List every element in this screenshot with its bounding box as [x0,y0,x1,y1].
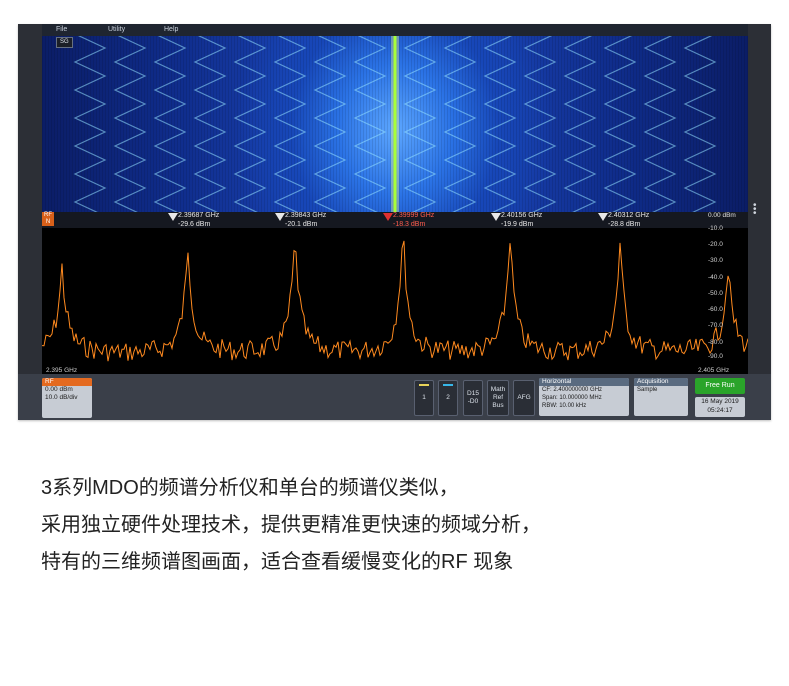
y-tick-label: -60.0 [708,306,723,313]
spectrogram-sweep-line [643,36,677,224]
spectrogram-sweep-line [273,36,307,224]
caption-line-3: 特有的三维频谱图画面，适合查看缓慢变化的RF 现象 [41,551,514,573]
marker-amplitude: -20.1 dBm [285,221,318,228]
spectrogram-sweep-line [683,36,717,224]
y-axis-top-label: 0.00 dBm [708,212,736,219]
channel-1-label: 1 [422,394,426,401]
marker-amplitude: -28.8 dBm [608,221,641,228]
spectrogram-sweep-line [523,36,557,224]
y-tick-label: -40.0 [708,274,723,281]
rf-settings-box[interactable]: RF 0.00 dBm 10.0 dB/div [42,378,92,418]
acquisition-title: Acquisition [634,378,688,386]
channel-2-button[interactable]: 2 [438,380,458,416]
spectrogram-sweep-line [483,36,517,224]
channel-1-button[interactable]: 1 [414,380,434,416]
marker-amplitude: -19.9 dBm [501,221,534,228]
marker-frequency: 2.40156 GHz [501,212,543,219]
rf-channel-badge-line2: N [45,219,51,225]
rf-ref-level: 0.00 dBm [45,386,73,393]
math-ref-bus-button[interactable]: Math Ref Bus [487,380,509,416]
y-tick-label: -50.0 [708,290,723,297]
marker-frequency: 2.39687 GHz [178,212,220,219]
marker-triangle-icon [598,213,608,221]
date-time-display[interactable]: 16 May 2019 05:24:17 [695,397,745,417]
spectrogram-sweep-line [153,36,187,224]
spectrogram-sweep-line [113,36,147,224]
afg-label: AFG [517,394,531,401]
spectrogram-lines [73,36,717,224]
carrier-line [393,36,397,224]
caption-line-2: 采用独立硬件处理技术，提供更精准更快速的频域分析， [41,514,541,536]
rbw-value: RBW: 10.00 kHz [542,403,587,409]
spectrum-trace [42,240,748,362]
marker-frequency: 2.40312 GHz [608,212,650,219]
menu-bar: File Utility Help [42,24,748,36]
rf-channel-badge-line1: RF [44,212,52,218]
spectrogram-sweep-line [73,36,107,224]
caption-text: 3系列MDO的频谱分析仪和单台的频谱仪类似， 采用独立硬件处理技术，提供更精准更… [41,470,761,581]
afg-button[interactable]: AFG [513,380,535,416]
spectrogram-sweep-line [563,36,597,224]
rf-box-title: RF [42,378,92,386]
menu-utility[interactable]: Utility [108,24,125,36]
digital-channels-label-1: D15 [467,390,479,397]
digital-channels-button[interactable]: D15 -D0 [463,380,483,416]
horizontal-settings-box[interactable]: Horizontal CF: 2.400000000 GHz Span: 10.… [539,378,629,416]
digital-channels-label-2: -D0 [467,398,479,405]
horizontal-title: Horizontal [539,378,629,386]
marker-amplitude: -29.6 dBm [178,221,211,228]
rf-scale: 10.0 dB/div [45,394,78,401]
x-axis-end-label: 2.405 GHz [698,367,730,374]
x-axis-start-label: 2.395 GHz [46,367,78,374]
spectrum-display[interactable] [42,228,748,378]
oscilloscope-screenshot: File Utility Help SG • • • RF N 2.39687 GH… [18,24,771,420]
spectrogram-sweep-line [313,36,347,224]
spectrogram-sweep-line [443,36,477,224]
acquisition-settings-box[interactable]: Acquisition Sample [634,378,688,416]
bus-label: Bus [492,402,504,409]
reference-marker-icon [383,213,393,221]
caption-line-1: 3系列MDO的频谱分析仪和单台的频谱仪类似， [41,477,459,499]
spectrogram-display[interactable] [42,36,748,224]
free-run-button[interactable]: Free Run [695,378,745,394]
spectrogram-sweep-line [353,36,387,224]
spectrum-trace-line [42,240,748,362]
menu-file[interactable]: File [56,24,67,36]
span-value: Span: 10.000000 MHz [542,395,602,401]
date-text: 16 May 2019 [701,398,739,405]
math-label: Math [490,386,506,393]
rf-channel-badge[interactable]: RF N [42,212,54,226]
spectrogram-sweep-line [233,36,267,224]
time-text: 05:24:17 [707,407,733,414]
spectrogram-sweep-line [193,36,227,224]
menu-help[interactable]: Help [164,24,178,36]
marker-frequency: 2.39843 GHz [285,212,327,219]
ref-label: Ref [492,394,504,401]
y-tick-label: -80.0 [708,339,723,346]
marker-triangle-icon [168,213,178,221]
center-frequency: CF: 2.400000000 GHz [542,387,603,393]
spectrogram-sweep-line [403,36,437,224]
marker-frequency: 2.39999 GHz [393,212,435,219]
spectrogram-sweep-line [603,36,637,224]
y-tick-label: -20.0 [708,241,723,248]
marker-triangle-icon [491,213,501,221]
y-tick-label: -10.0 [708,225,723,232]
spectrogram-badge[interactable]: SG [56,37,73,48]
channel-2-label: 2 [446,394,450,401]
marker-triangle-icon [275,213,285,221]
y-tick-label: -70.0 [708,322,723,329]
acquisition-mode: Sample [637,387,658,393]
y-tick-label: -90.0 [708,353,723,360]
more-options-icon[interactable]: • • • [753,201,757,219]
y-tick-label: -30.0 [708,257,723,264]
marker-amplitude: -18.3 dBm [393,221,426,228]
